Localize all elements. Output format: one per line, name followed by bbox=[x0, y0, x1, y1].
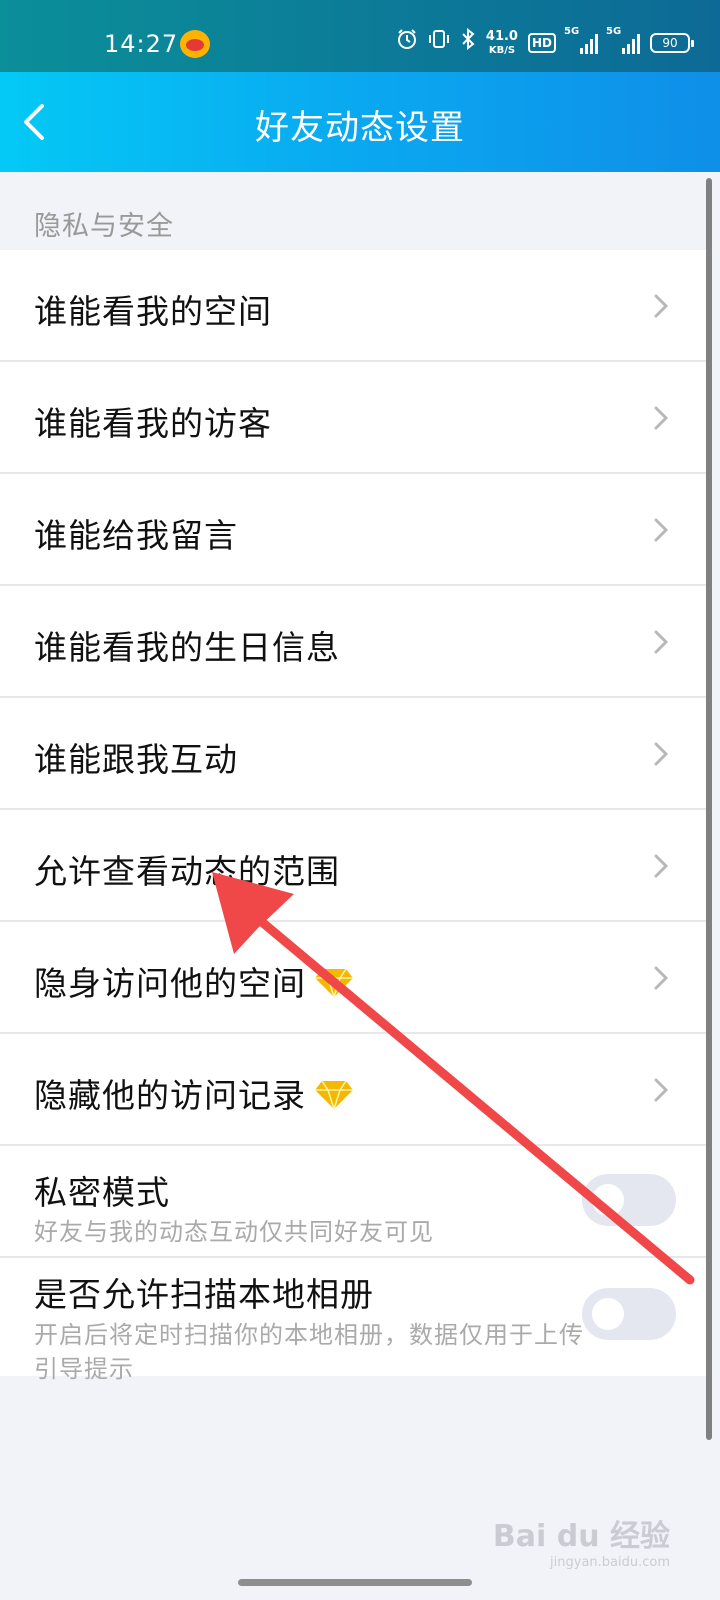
network-speed: 41.0 KB/S bbox=[485, 28, 518, 56]
status-icons: 41.0 KB/S HD 5G 5G 90 bbox=[396, 26, 694, 58]
alarm-icon bbox=[396, 28, 418, 58]
setting-label: 是否允许扫描本地相册 bbox=[34, 1275, 374, 1314]
bluetooth-icon bbox=[460, 27, 476, 58]
settings-list: 谁能看我的空间 谁能看我的访客 谁能给我留言 谁能看我的生日信息 谁能跟我互动 … bbox=[0, 250, 706, 1383]
chevron-right-icon bbox=[654, 742, 669, 766]
chevron-right-icon bbox=[654, 966, 669, 990]
setting-who-can-leave-message[interactable]: 谁能给我留言 bbox=[0, 474, 706, 586]
app-header: 14:27 41.0 KB/S HD 5G 5G 90 好友动态设置 bbox=[0, 0, 720, 172]
page-title: 好友动态设置 bbox=[255, 108, 465, 148]
setting-label: 允许查看动态的范围 bbox=[34, 852, 340, 891]
scrollbar[interactable] bbox=[706, 178, 712, 1440]
setting-who-can-view-space[interactable]: 谁能看我的空间 bbox=[0, 250, 706, 362]
setting-label: 谁能看我的生日信息 bbox=[34, 628, 340, 667]
diamond-icon bbox=[315, 1080, 353, 1111]
signal-icon: 5G bbox=[564, 26, 598, 54]
setting-description: 开启后将定时扫描你的本地相册，数据仅用于上传引导提示 bbox=[34, 1321, 584, 1383]
signal-icon-2: 5G bbox=[606, 26, 640, 54]
title-bar: 好友动态设置 bbox=[0, 72, 720, 172]
setting-label: 谁能看我的访客 bbox=[34, 404, 272, 443]
setting-label: 谁能看我的空间 bbox=[34, 292, 272, 331]
setting-invisible-visit[interactable]: 隐身访问他的空间 bbox=[0, 922, 706, 1034]
setting-who-can-view-birthday[interactable]: 谁能看我的生日信息 bbox=[0, 586, 706, 698]
setting-label: 谁能给我留言 bbox=[34, 516, 238, 555]
chevron-right-icon bbox=[654, 1078, 669, 1102]
chevron-right-icon bbox=[654, 294, 669, 318]
setting-who-can-interact[interactable]: 谁能跟我互动 bbox=[0, 698, 706, 810]
setting-scan-local-album: 是否允许扫描本地相册 开启后将定时扫描你的本地相册，数据仅用于上传引导提示 bbox=[0, 1258, 706, 1383]
vibrate-icon bbox=[428, 28, 450, 58]
setting-private-mode: 私密模式 好友与我的动态互动仅共同好友可见 bbox=[0, 1146, 706, 1258]
setting-label: 隐藏他的访问记录 bbox=[34, 1069, 354, 1117]
setting-label: 隐身访问他的空间 bbox=[34, 957, 354, 1005]
home-indicator[interactable] bbox=[238, 1579, 472, 1586]
weibo-icon bbox=[180, 30, 210, 58]
setting-hide-visit-record[interactable]: 隐藏他的访问记录 bbox=[0, 1034, 706, 1146]
battery-indicator: 90 bbox=[650, 33, 694, 53]
setting-description: 好友与我的动态互动仅共同好友可见 bbox=[34, 1218, 434, 1246]
section-title: 隐私与安全 bbox=[34, 211, 174, 242]
chevron-right-icon bbox=[654, 518, 669, 542]
setting-label: 谁能跟我互动 bbox=[34, 740, 238, 779]
setting-who-can-view-visitors[interactable]: 谁能看我的访客 bbox=[0, 362, 706, 474]
chevron-right-icon bbox=[654, 630, 669, 654]
watermark: Bai du 经验 jingyan.baidu.com bbox=[492, 1519, 670, 1570]
chevron-right-icon bbox=[654, 854, 669, 878]
setting-feed-view-range[interactable]: 允许查看动态的范围 bbox=[0, 810, 706, 922]
diamond-icon bbox=[315, 968, 353, 999]
chevron-right-icon bbox=[654, 406, 669, 430]
private-mode-toggle[interactable] bbox=[582, 1174, 676, 1226]
status-bar: 14:27 41.0 KB/S HD 5G 5G 90 bbox=[0, 0, 720, 72]
hd-badge: HD bbox=[527, 33, 556, 53]
section-header: 隐私与安全 bbox=[0, 172, 706, 250]
status-time: 14:27 bbox=[104, 30, 179, 58]
setting-label: 私密模式 bbox=[34, 1173, 170, 1212]
scan-album-toggle[interactable] bbox=[582, 1288, 676, 1340]
